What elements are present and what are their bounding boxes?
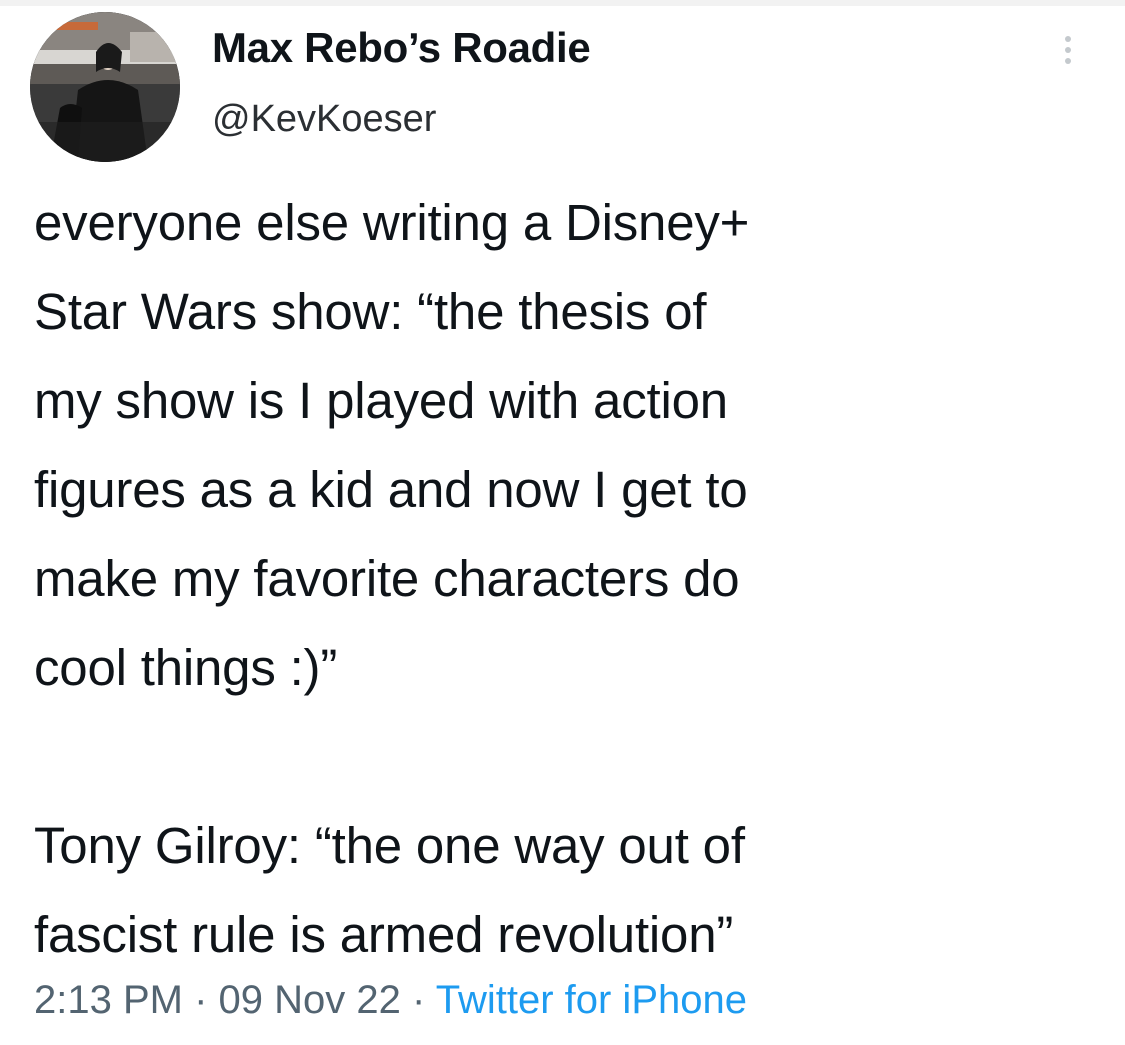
tweet-line-break bbox=[34, 712, 1104, 801]
tweet-line: my show is I played with action bbox=[34, 372, 728, 429]
tweet-line: Star Wars show: “the thesis of bbox=[34, 283, 707, 340]
tweet-line: figures as a kid and now I get to bbox=[34, 461, 748, 518]
tweet-card: Max Rebo’s Roadie @KevKoeser everyone el… bbox=[0, 0, 1125, 1045]
tweet-line: everyone else writing a Disney+ bbox=[34, 194, 750, 251]
more-vertical-icon[interactable] bbox=[1056, 36, 1080, 76]
meta-separator: · bbox=[194, 978, 208, 1022]
tweet-source-link[interactable]: Twitter for iPhone bbox=[436, 978, 747, 1022]
meta-separator: · bbox=[412, 978, 426, 1022]
tweet-meta: 2:13 PM · 09 Nov 22 · Twitter for iPhone bbox=[34, 978, 747, 1023]
tweet-time[interactable]: 2:13 PM bbox=[34, 978, 183, 1022]
tweet-date[interactable]: 09 Nov 22 bbox=[219, 978, 401, 1022]
tweet-line: make my favorite characters do bbox=[34, 550, 740, 607]
display-name[interactable]: Max Rebo’s Roadie bbox=[212, 24, 591, 72]
user-handle[interactable]: @KevKoeser bbox=[212, 98, 436, 141]
tweet-line: cool things :)” bbox=[34, 639, 338, 696]
avatar-image bbox=[30, 12, 180, 162]
tweet-line: Tony Gilroy: “the one way out of bbox=[34, 817, 745, 874]
tweet-text: everyone else writing a Disney+ Star War… bbox=[34, 178, 1104, 979]
tweet-line: fascist rule is armed revolution” bbox=[34, 906, 734, 963]
avatar[interactable] bbox=[30, 12, 180, 162]
